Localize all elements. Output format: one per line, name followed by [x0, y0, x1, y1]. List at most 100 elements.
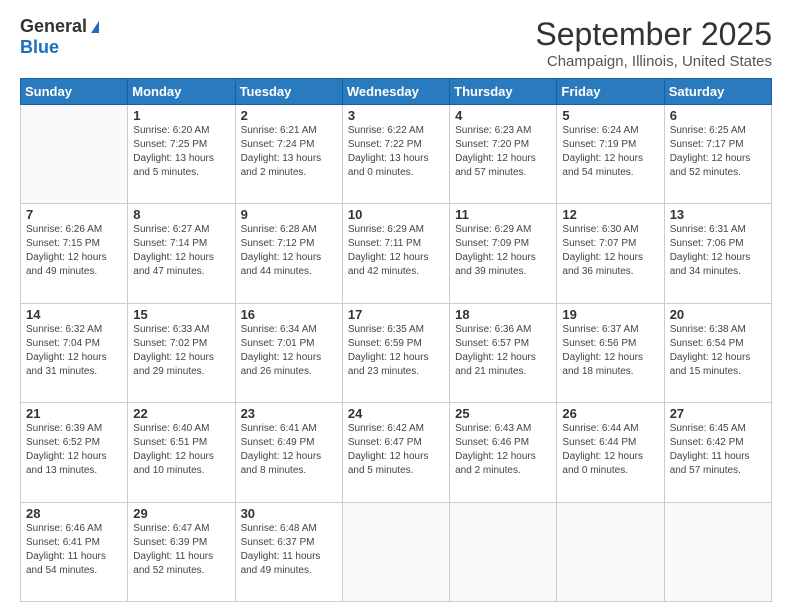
calendar-cell: 7Sunrise: 6:26 AMSunset: 7:15 PMDaylight… [21, 204, 128, 303]
calendar-cell: 28Sunrise: 6:46 AMSunset: 6:41 PMDayligh… [21, 502, 128, 601]
day-number: 11 [455, 207, 551, 222]
day-number: 2 [241, 108, 337, 123]
day-number: 28 [26, 506, 122, 521]
day-number: 1 [133, 108, 229, 123]
day-info: Sunrise: 6:28 AMSunset: 7:12 PMDaylight:… [241, 223, 337, 279]
day-number: 24 [348, 406, 444, 421]
day-number: 22 [133, 406, 229, 421]
day-info: Sunrise: 6:47 AMSunset: 6:39 PMDaylight:… [133, 522, 229, 578]
day-number: 12 [562, 207, 658, 222]
calendar-week-3: 14Sunrise: 6:32 AMSunset: 7:04 PMDayligh… [21, 303, 772, 402]
day-number: 8 [133, 207, 229, 222]
day-info: Sunrise: 6:31 AMSunset: 7:06 PMDaylight:… [670, 223, 766, 279]
day-number: 17 [348, 307, 444, 322]
calendar-cell: 16Sunrise: 6:34 AMSunset: 7:01 PMDayligh… [235, 303, 342, 402]
day-info: Sunrise: 6:37 AMSunset: 6:56 PMDaylight:… [562, 323, 658, 379]
day-info: Sunrise: 6:34 AMSunset: 7:01 PMDaylight:… [241, 323, 337, 379]
day-number: 7 [26, 207, 122, 222]
calendar-cell: 17Sunrise: 6:35 AMSunset: 6:59 PMDayligh… [342, 303, 449, 402]
calendar-cell: 1Sunrise: 6:20 AMSunset: 7:25 PMDaylight… [128, 105, 235, 204]
calendar-cell [450, 502, 557, 601]
day-info: Sunrise: 6:25 AMSunset: 7:17 PMDaylight:… [670, 124, 766, 180]
day-info: Sunrise: 6:41 AMSunset: 6:49 PMDaylight:… [241, 422, 337, 478]
day-number: 25 [455, 406, 551, 421]
day-info: Sunrise: 6:24 AMSunset: 7:19 PMDaylight:… [562, 124, 658, 180]
calendar-cell: 10Sunrise: 6:29 AMSunset: 7:11 PMDayligh… [342, 204, 449, 303]
calendar-cell: 25Sunrise: 6:43 AMSunset: 6:46 PMDayligh… [450, 403, 557, 502]
day-info: Sunrise: 6:43 AMSunset: 6:46 PMDaylight:… [455, 422, 551, 478]
day-number: 5 [562, 108, 658, 123]
weekday-header-saturday: Saturday [664, 79, 771, 105]
calendar-week-4: 21Sunrise: 6:39 AMSunset: 6:52 PMDayligh… [21, 403, 772, 502]
calendar-cell: 13Sunrise: 6:31 AMSunset: 7:06 PMDayligh… [664, 204, 771, 303]
calendar-cell: 12Sunrise: 6:30 AMSunset: 7:07 PMDayligh… [557, 204, 664, 303]
day-info: Sunrise: 6:32 AMSunset: 7:04 PMDaylight:… [26, 323, 122, 379]
logo-blue: Blue [20, 37, 59, 58]
day-number: 13 [670, 207, 766, 222]
calendar-cell: 11Sunrise: 6:29 AMSunset: 7:09 PMDayligh… [450, 204, 557, 303]
day-number: 23 [241, 406, 337, 421]
day-info: Sunrise: 6:29 AMSunset: 7:11 PMDaylight:… [348, 223, 444, 279]
day-info: Sunrise: 6:39 AMSunset: 6:52 PMDaylight:… [26, 422, 122, 478]
weekday-header-friday: Friday [557, 79, 664, 105]
page: General Blue September 2025 Champaign, I… [0, 0, 792, 612]
weekday-header-tuesday: Tuesday [235, 79, 342, 105]
day-number: 3 [348, 108, 444, 123]
day-info: Sunrise: 6:21 AMSunset: 7:24 PMDaylight:… [241, 124, 337, 180]
location-subtitle: Champaign, Illinois, United States [535, 53, 772, 70]
calendar-week-2: 7Sunrise: 6:26 AMSunset: 7:15 PMDaylight… [21, 204, 772, 303]
logo-text: General [20, 16, 99, 37]
calendar-cell [21, 105, 128, 204]
calendar-cell: 15Sunrise: 6:33 AMSunset: 7:02 PMDayligh… [128, 303, 235, 402]
day-info: Sunrise: 6:20 AMSunset: 7:25 PMDaylight:… [133, 124, 229, 180]
calendar-cell: 23Sunrise: 6:41 AMSunset: 6:49 PMDayligh… [235, 403, 342, 502]
calendar-cell: 18Sunrise: 6:36 AMSunset: 6:57 PMDayligh… [450, 303, 557, 402]
day-number: 4 [455, 108, 551, 123]
day-number: 19 [562, 307, 658, 322]
day-info: Sunrise: 6:29 AMSunset: 7:09 PMDaylight:… [455, 223, 551, 279]
day-number: 16 [241, 307, 337, 322]
calendar-cell: 8Sunrise: 6:27 AMSunset: 7:14 PMDaylight… [128, 204, 235, 303]
day-info: Sunrise: 6:22 AMSunset: 7:22 PMDaylight:… [348, 124, 444, 180]
calendar-cell: 24Sunrise: 6:42 AMSunset: 6:47 PMDayligh… [342, 403, 449, 502]
day-info: Sunrise: 6:30 AMSunset: 7:07 PMDaylight:… [562, 223, 658, 279]
calendar-cell: 19Sunrise: 6:37 AMSunset: 6:56 PMDayligh… [557, 303, 664, 402]
day-info: Sunrise: 6:27 AMSunset: 7:14 PMDaylight:… [133, 223, 229, 279]
day-number: 14 [26, 307, 122, 322]
calendar-cell: 29Sunrise: 6:47 AMSunset: 6:39 PMDayligh… [128, 502, 235, 601]
day-info: Sunrise: 6:44 AMSunset: 6:44 PMDaylight:… [562, 422, 658, 478]
calendar-cell: 5Sunrise: 6:24 AMSunset: 7:19 PMDaylight… [557, 105, 664, 204]
calendar-cell: 26Sunrise: 6:44 AMSunset: 6:44 PMDayligh… [557, 403, 664, 502]
day-info: Sunrise: 6:48 AMSunset: 6:37 PMDaylight:… [241, 522, 337, 578]
calendar-cell [664, 502, 771, 601]
calendar-cell: 4Sunrise: 6:23 AMSunset: 7:20 PMDaylight… [450, 105, 557, 204]
day-info: Sunrise: 6:35 AMSunset: 6:59 PMDaylight:… [348, 323, 444, 379]
day-number: 26 [562, 406, 658, 421]
logo-triangle-icon [91, 21, 99, 33]
day-info: Sunrise: 6:26 AMSunset: 7:15 PMDaylight:… [26, 223, 122, 279]
header-right: September 2025 Champaign, Illinois, Unit… [535, 16, 772, 70]
day-number: 30 [241, 506, 337, 521]
calendar-cell: 30Sunrise: 6:48 AMSunset: 6:37 PMDayligh… [235, 502, 342, 601]
day-number: 15 [133, 307, 229, 322]
calendar-cell: 3Sunrise: 6:22 AMSunset: 7:22 PMDaylight… [342, 105, 449, 204]
day-info: Sunrise: 6:33 AMSunset: 7:02 PMDaylight:… [133, 323, 229, 379]
weekday-header-thursday: Thursday [450, 79, 557, 105]
day-number: 9 [241, 207, 337, 222]
top-area: General Blue September 2025 Champaign, I… [20, 16, 772, 70]
weekday-header-monday: Monday [128, 79, 235, 105]
calendar-cell: 2Sunrise: 6:21 AMSunset: 7:24 PMDaylight… [235, 105, 342, 204]
day-number: 21 [26, 406, 122, 421]
weekday-header-row: SundayMondayTuesdayWednesdayThursdayFrid… [21, 79, 772, 105]
weekday-header-wednesday: Wednesday [342, 79, 449, 105]
calendar-header: SundayMondayTuesdayWednesdayThursdayFrid… [21, 79, 772, 105]
month-title: September 2025 [535, 16, 772, 53]
day-info: Sunrise: 6:36 AMSunset: 6:57 PMDaylight:… [455, 323, 551, 379]
calendar-week-1: 1Sunrise: 6:20 AMSunset: 7:25 PMDaylight… [21, 105, 772, 204]
calendar: SundayMondayTuesdayWednesdayThursdayFrid… [20, 78, 772, 602]
day-info: Sunrise: 6:40 AMSunset: 6:51 PMDaylight:… [133, 422, 229, 478]
day-number: 10 [348, 207, 444, 222]
day-info: Sunrise: 6:38 AMSunset: 6:54 PMDaylight:… [670, 323, 766, 379]
logo: General Blue [20, 16, 99, 58]
calendar-body: 1Sunrise: 6:20 AMSunset: 7:25 PMDaylight… [21, 105, 772, 602]
